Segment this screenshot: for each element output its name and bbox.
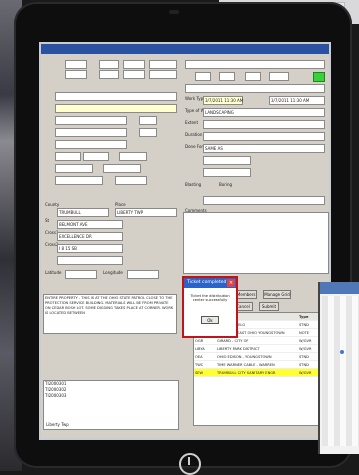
time-field[interactable] [123,70,145,79]
name-field[interactable] [55,92,177,101]
map-marker-icon[interactable] [340,350,344,354]
status-flag-icon [313,72,325,82]
ext2-field[interactable] [115,176,147,185]
power-icon[interactable] [179,453,201,475]
excavator-field[interactable] [185,84,325,93]
latitude-label: Latitude [45,270,62,275]
state-field[interactable] [139,116,157,125]
dialog-message: Ticket the distribution center successfu… [190,294,230,302]
done-for-label: Done For [185,144,204,149]
app-title-bar [41,44,329,54]
apt-field[interactable] [123,60,145,69]
table-row-selected[interactable]: SEW TRUMBULL CITY SANITARY ENGR W/GVR [194,369,330,377]
ticket-history-list[interactable]: TI2000301 TI2000302 TI2000303 Liberty Tw… [43,380,179,430]
city-field[interactable] [55,128,127,137]
phone-field[interactable] [99,60,119,69]
sold-to-field[interactable] [65,60,87,69]
comments-box[interactable] [183,212,329,274]
street2-field[interactable] [55,140,127,149]
done-for-field[interactable]: SAME AS [203,144,325,153]
camera-notch [169,10,179,14]
notify-field[interactable] [203,156,251,165]
boring-label: Boring [219,182,233,187]
latitude-field[interactable] [65,270,97,279]
table-row[interactable]: TWC TIME WARNER CABLE - WARREN STND [194,361,330,369]
event-field[interactable] [203,168,251,177]
county-label: County [45,202,60,207]
extent-field[interactable] [203,120,325,129]
tablet-screen: County TRUMBULL Place LIBERTY TWP St BEL… [39,42,331,440]
start-date-field[interactable]: 3/7/2011 11:30 AM [203,96,243,105]
address-street-field[interactable]: BELMONT AVE [57,220,123,229]
agent-field[interactable] [149,60,177,69]
agent2-field[interactable] [149,70,177,79]
end-date-field[interactable]: 3/7/2011 11:30 AM [269,96,325,105]
place-field[interactable]: LIBERTY TWP [115,208,177,217]
ok-button[interactable]: Ok [201,316,219,324]
category-field[interactable] [219,72,235,81]
cross3-field[interactable] [57,256,123,265]
close-icon[interactable]: × [227,279,235,287]
map-window [318,282,359,454]
cross1-field[interactable]: EXCELLENCE DR [57,232,123,241]
longitude-field[interactable] [127,270,159,279]
cross2-field[interactable]: I 8 15 SB [57,244,123,253]
duration-label: Duration [185,132,203,137]
email-field[interactable] [55,164,93,173]
directions-notes[interactable]: ENTIRE PROPERTY - THIS IS AT THE OHIO ST… [43,294,177,334]
submit-button[interactable]: Submit [259,302,279,311]
table-row[interactable]: OEA OHIO EDISON - YOUNGSTOWN STND [194,353,330,361]
caller-info-form: County TRUMBULL Place LIBERTY TWP St BEL… [43,56,177,332]
phone2-field[interactable] [99,70,119,79]
caller-field[interactable] [55,104,177,113]
duration-field[interactable] [203,132,325,141]
work-type-2-field[interactable] [203,196,325,205]
table-row[interactable]: LIBYA LIBERTY PARK DISTRICT W/GVR [194,345,330,353]
street-label: St [45,218,50,223]
table-row[interactable]: OGR GIRARD - CITY OF W/GVR [194,337,330,345]
ticket-completed-dialog: Ticket completed × Ticket the distributi… [182,276,238,338]
zip2-field[interactable] [55,152,81,161]
ticket-entry-app: County TRUMBULL Place LIBERTY TWP St BEL… [41,44,331,438]
ext-field[interactable] [83,152,109,161]
street-field[interactable] [65,70,87,79]
manage-grid-button[interactable]: Manage Grid [263,290,291,299]
fax2-field[interactable] [269,72,289,81]
map-window-title-bar [320,282,359,294]
work-type-field[interactable]: LANDSCAPING [203,108,325,117]
blasting-label: Blasting [185,182,202,187]
contract-field[interactable] [245,72,261,81]
extent-label: Extent [185,120,199,125]
place-label: Place [115,202,126,207]
bottom-place-label: Liberty Twp [46,422,69,427]
county-field[interactable]: TRUMBULL [57,208,109,217]
address-field[interactable] [55,116,127,125]
fax-field[interactable] [119,152,147,161]
ticket-number-field[interactable] [185,60,325,69]
longitude-label: Longitude [103,270,123,275]
zip-field[interactable] [139,128,157,137]
phone3-field[interactable] [103,164,141,173]
map-view[interactable] [322,296,359,446]
list-item[interactable]: TI2000303 [44,393,178,399]
type-field[interactable] [195,72,211,81]
contact-field[interactable] [55,176,103,185]
